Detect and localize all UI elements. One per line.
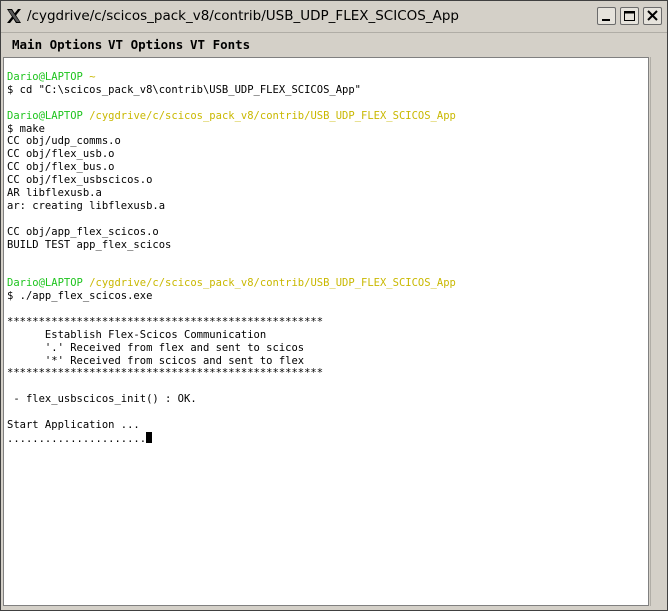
prompt-user: Dario@LAPTOP: [7, 277, 83, 290]
terminal-line: $ ./app_flex_scicos.exe: [7, 290, 456, 303]
menu-vt-options[interactable]: VT Options: [108, 37, 183, 52]
xterm-window: /cygdrive/c/scicos_pack_v8/contrib/USB_U…: [0, 0, 668, 611]
close-icon: [647, 10, 658, 21]
terminal-line: AR libflexusb.a: [7, 187, 456, 200]
minimize-button[interactable]: [597, 7, 616, 25]
menu-vt-fonts[interactable]: VT Fonts: [190, 37, 250, 52]
terminal-line: Dario@LAPTOP ~: [7, 71, 456, 84]
scrollbar[interactable]: [650, 57, 666, 606]
terminal-text: '*' Received from scicos and sent to fle…: [7, 354, 305, 367]
prompt-path: /cygdrive/c/scicos_pack_v8/contrib/USB_U…: [89, 109, 456, 122]
terminal-line: - flex_usbscicos_init() : OK.: [7, 393, 456, 406]
terminal-line: Dario@LAPTOP /cygdrive/c/scicos_pack_v8/…: [7, 110, 456, 123]
terminal-line: CC obj/app_flex_scicos.o: [7, 226, 456, 239]
close-button[interactable]: [643, 7, 662, 25]
terminal-text: ****************************************…: [7, 367, 324, 380]
terminal-text: ****************************************…: [7, 315, 324, 328]
terminal-text: $ make: [7, 122, 45, 135]
terminal-text: - flex_usbscicos_init() : OK.: [7, 393, 197, 406]
maximize-button[interactable]: [620, 7, 639, 25]
terminal-text: Start Application ...: [7, 419, 140, 432]
terminal-line: Establish Flex-Scicos Communication: [7, 329, 456, 342]
terminal-text: CC obj/app_flex_scicos.o: [7, 225, 159, 238]
text-cursor: [146, 431, 153, 443]
prompt-user: Dario@LAPTOP: [7, 71, 83, 83]
terminal-text: CC obj/flex_usb.o: [7, 148, 115, 161]
terminal-text: $ cd "C:\scicos_pack_v8\contrib\USB_UDP_…: [7, 83, 362, 96]
x11-icon[interactable]: [5, 7, 23, 25]
terminal-line: CC obj/flex_usb.o: [7, 148, 456, 161]
terminal-text: ar: creating libflexusb.a: [7, 199, 166, 212]
terminal-line: Dario@LAPTOP /cygdrive/c/scicos_pack_v8/…: [7, 277, 456, 290]
prompt-user: Dario@LAPTOP: [7, 109, 83, 122]
terminal-text: CC obj/udp_comms.o: [7, 135, 121, 148]
menu-bar: Main Options VT Options VT Fonts: [3, 33, 665, 55]
terminal-line: BUILD TEST app_flex_scicos: [7, 239, 456, 252]
terminal-line: Start Application ...: [7, 419, 456, 432]
terminal-output: Dario@LAPTOP ~ $ cd "C:\scicos_pack_v8\co…: [7, 71, 456, 445]
minimize-icon: [602, 19, 610, 21]
menu-main-options[interactable]: Main Options: [12, 37, 102, 52]
terminal-line: $ cd "C:\scicos_pack_v8\contrib\USB_UDP_…: [7, 84, 456, 97]
prompt-path: ~: [89, 71, 96, 83]
terminal-line: ......................: [7, 431, 456, 445]
title-bar[interactable]: /cygdrive/c/scicos_pack_v8/contrib/USB_U…: [1, 1, 667, 33]
terminal-line: '.' Received from flex and sent to scico…: [7, 342, 456, 355]
terminal-text: AR libflexusb.a: [7, 187, 102, 200]
maximize-icon: [624, 11, 635, 21]
terminal-area[interactable]: Dario@LAPTOP ~ $ cd "C:\scicos_pack_v8\co…: [3, 57, 649, 606]
terminal-line: CC obj/flex_usbscicos.o: [7, 174, 456, 187]
terminal-line: ****************************************…: [7, 316, 456, 329]
terminal-text: $ ./app_flex_scicos.exe: [7, 290, 153, 303]
terminal-line: ar: creating libflexusb.a: [7, 200, 456, 213]
prompt-path: /cygdrive/c/scicos_pack_v8/contrib/USB_U…: [89, 277, 456, 290]
terminal-text: CC obj/flex_bus.o: [7, 161, 115, 174]
terminal-line: '*' Received from scicos and sent to fle…: [7, 355, 456, 368]
terminal-line: ****************************************…: [7, 367, 456, 380]
terminal-text: CC obj/flex_usbscicos.o: [7, 174, 153, 187]
terminal-text: ......................: [7, 432, 147, 445]
window-title: /cygdrive/c/scicos_pack_v8/contrib/USB_U…: [27, 8, 459, 24]
terminal-line: CC obj/udp_comms.o: [7, 135, 456, 148]
terminal-line: $ make: [7, 123, 456, 136]
terminal-text: '.' Received from flex and sent to scico…: [7, 341, 305, 354]
terminal-line: CC obj/flex_bus.o: [7, 161, 456, 174]
terminal-text: BUILD TEST app_flex_scicos: [7, 238, 172, 251]
terminal-text: Establish Flex-Scicos Communication: [7, 328, 267, 341]
